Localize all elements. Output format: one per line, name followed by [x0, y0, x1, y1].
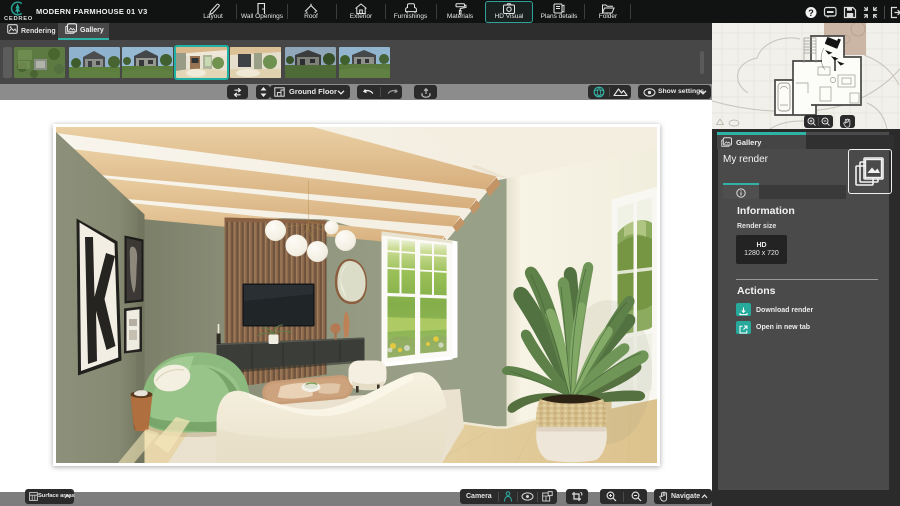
svg-text:?: ?	[808, 8, 814, 18]
